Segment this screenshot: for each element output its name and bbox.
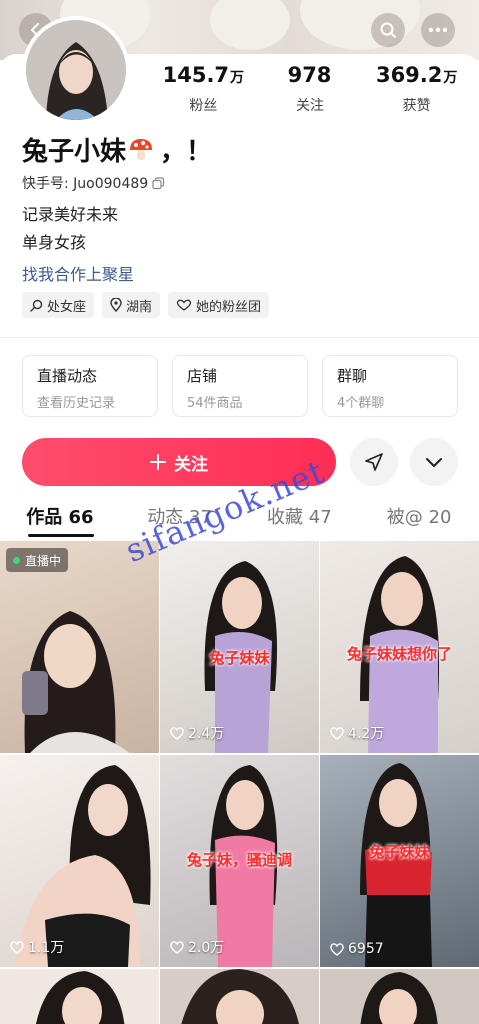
- user-id[interactable]: 快手号: Juo090489: [22, 173, 165, 193]
- video-thumbnail[interactable]: 兔子妹妹 6957: [320, 755, 479, 967]
- avatar[interactable]: [22, 16, 130, 124]
- tag-label: 她的粉丝团: [196, 299, 262, 315]
- more-dots-icon: [428, 27, 448, 33]
- like-count-value: 2.4万: [188, 726, 225, 742]
- plus-icon: [150, 454, 166, 470]
- avatar-image: [26, 20, 126, 120]
- video-caption: 兔子妹妹: [209, 649, 270, 667]
- like-count-value: 1.1万: [28, 940, 65, 956]
- card-subtitle: 4个群聊: [337, 396, 385, 411]
- tab-works[interactable]: 作品 66: [0, 503, 120, 537]
- card-group-chat[interactable]: 群聊 4个群聊: [322, 355, 458, 417]
- bio-line: 记录美好未来: [22, 205, 119, 224]
- card-live-history[interactable]: 直播动态 查看历史记录: [22, 355, 158, 417]
- expand-button[interactable]: [410, 438, 458, 486]
- stat-value: 978: [287, 63, 332, 87]
- tag-label: 处女座: [47, 299, 87, 315]
- card-title: 群聊: [337, 367, 368, 385]
- video-thumbnail[interactable]: 兔子妹，骚迪调 2.0万: [160, 755, 319, 967]
- tag-label: 湖南: [126, 299, 153, 315]
- like-count-value: 2.0万: [188, 940, 225, 956]
- live-dot-icon: [13, 556, 20, 564]
- active-tab-indicator: [28, 534, 94, 537]
- profile-name-suffix: ，！: [160, 137, 213, 167]
- profile-name-text: 兔子小妹: [22, 137, 127, 167]
- live-badge: 直播中: [6, 548, 69, 572]
- heart-icon: [330, 726, 344, 740]
- search-icon: [30, 299, 43, 312]
- search-button[interactable]: [371, 13, 405, 47]
- tag-fan-club[interactable]: 她的粉丝团: [168, 292, 270, 318]
- heart-icon: [330, 942, 344, 956]
- heart-icon: [10, 940, 24, 954]
- video-thumbnail[interactable]: [320, 969, 479, 1024]
- video-grid: 直播中 兔子妹妹 2.4万 兔子妹妹想你了 4.2万 1.1万 兔子妹，骚迪调 …: [0, 541, 479, 1024]
- video-caption: 兔子妹妹想你了: [346, 645, 452, 663]
- heart-icon: [170, 940, 184, 954]
- stat-fans[interactable]: 145.7万 粉丝: [150, 62, 257, 115]
- stat-label: 获赞: [402, 98, 431, 114]
- like-count: 2.0万: [170, 937, 224, 957]
- stat-likes[interactable]: 369.2万 获赞: [363, 62, 470, 115]
- like-count-value: 6957: [348, 941, 384, 957]
- thumbnail-image: [36, 971, 125, 1024]
- card-title: 店铺: [187, 367, 218, 385]
- like-count-value: 4.2万: [348, 726, 385, 742]
- video-thumbnail[interactable]: 1.1万: [0, 755, 159, 967]
- more-button[interactable]: [421, 13, 455, 47]
- video-thumbnail[interactable]: 兔子妹妹 2.4万: [160, 541, 319, 753]
- video-thumbnail[interactable]: 直播中: [0, 541, 159, 753]
- like-count: 4.2万: [330, 723, 384, 743]
- like-count: 1.1万: [10, 937, 64, 957]
- like-count: 6957: [330, 941, 384, 957]
- profile-tags: 处女座 湖南 她的粉丝团: [22, 292, 270, 318]
- card-subtitle: 54件商品: [187, 396, 243, 411]
- thumbnail-image: [360, 972, 438, 1024]
- fan-club-icon: [176, 299, 192, 311]
- stat-following[interactable]: 978 关注: [257, 62, 364, 115]
- profile-name: 兔子小妹 ，！: [22, 131, 212, 168]
- share-button[interactable]: [350, 438, 398, 486]
- tab-mentions[interactable]: 被@ 20: [359, 503, 479, 537]
- card-shop[interactable]: 店铺 54件商品: [172, 355, 308, 417]
- follow-label: 关注: [174, 454, 208, 475]
- tag-location[interactable]: 湖南: [102, 292, 161, 318]
- copy-icon[interactable]: [152, 176, 165, 190]
- video-thumbnail[interactable]: [160, 969, 319, 1024]
- chevron-down-icon: [426, 458, 442, 467]
- heart-icon: [170, 726, 184, 740]
- video-caption: 兔子妹，骚迪调: [186, 851, 292, 869]
- video-caption: 兔子妹妹: [369, 843, 430, 861]
- stat-label: 关注: [296, 98, 324, 114]
- profile-stats: 145.7万 粉丝 978 关注 369.2万 获赞: [150, 62, 470, 115]
- user-id-text: 快手号: Juo090489: [22, 176, 149, 192]
- collab-link[interactable]: 找我合作上聚星: [22, 261, 134, 285]
- feature-cards: 直播动态 查看历史记录 店铺 54件商品 群聊 4个群聊: [22, 355, 458, 417]
- card-title: 直播动态: [37, 367, 98, 385]
- stat-value: 369.2: [375, 63, 443, 87]
- stat-unit: 万: [443, 70, 458, 86]
- send-icon: [365, 453, 383, 471]
- stat-unit: 万: [230, 70, 245, 86]
- thumbnail-image: [22, 611, 130, 753]
- location-icon: [110, 298, 122, 312]
- like-count: 2.4万: [170, 723, 224, 743]
- thumbnail-image: [15, 765, 151, 967]
- section-divider: [0, 337, 479, 338]
- thumbnail-image: [181, 969, 299, 1024]
- live-badge-label: 直播中: [25, 553, 62, 568]
- bio-line: 单身女孩: [22, 233, 87, 252]
- tag-zodiac[interactable]: 处女座: [22, 292, 95, 318]
- stat-label: 粉丝: [189, 98, 218, 114]
- video-thumbnail[interactable]: [0, 969, 159, 1024]
- mushroom-icon: [128, 137, 154, 163]
- search-icon: [380, 22, 396, 38]
- stat-value: 145.7: [162, 63, 230, 87]
- video-thumbnail[interactable]: 兔子妹妹想你了 4.2万: [320, 541, 479, 753]
- card-subtitle: 查看历史记录: [37, 396, 116, 411]
